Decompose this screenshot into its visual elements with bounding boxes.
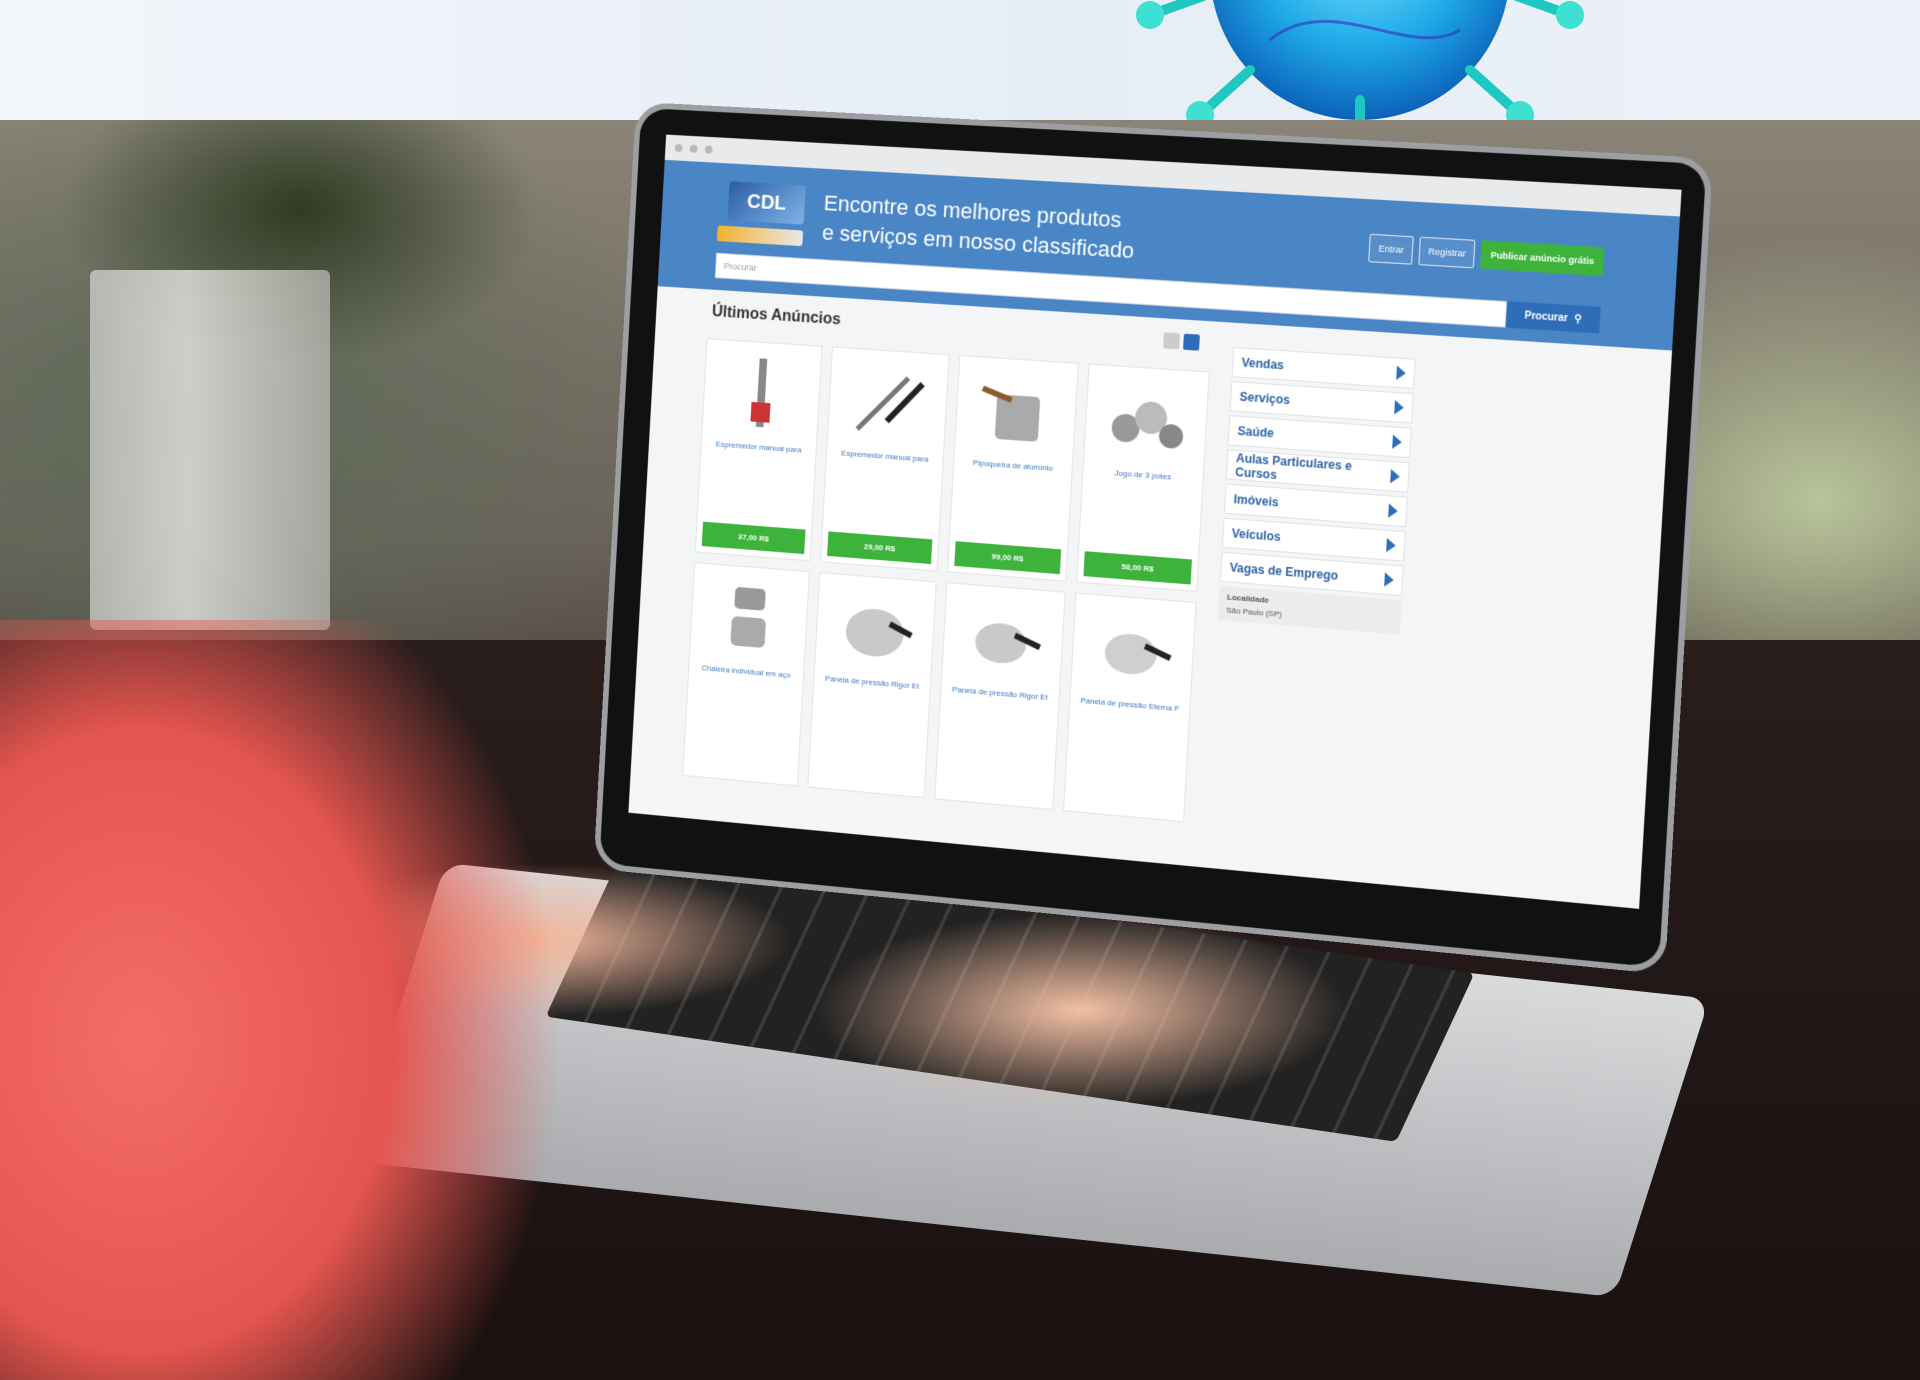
search-icon: ⚲ bbox=[1574, 313, 1582, 325]
chevron-right-icon bbox=[1388, 503, 1398, 518]
search-button[interactable]: Procurar ⚲ bbox=[1506, 301, 1601, 333]
chevron-right-icon bbox=[1386, 538, 1396, 553]
product-card[interactable]: Espremedor manual para 29,00 R$ bbox=[820, 346, 950, 571]
register-button[interactable]: Registrar bbox=[1418, 237, 1476, 269]
grid-view-icon[interactable] bbox=[1183, 334, 1200, 351]
search-button-label: Procurar bbox=[1524, 310, 1568, 324]
chevron-right-icon bbox=[1394, 400, 1404, 415]
product-image bbox=[829, 580, 921, 676]
site-tagline: Encontre os melhores produtos e serviços… bbox=[821, 188, 1136, 266]
product-grid: Espremedor manual para 37,00 R$ Espremed… bbox=[682, 338, 1212, 822]
product-image bbox=[704, 570, 794, 665]
product-price[interactable]: 29,00 R$ bbox=[827, 531, 932, 564]
product-image bbox=[957, 590, 1050, 686]
category-label: Saúde bbox=[1237, 424, 1274, 441]
product-name[interactable]: Espremedor manual para bbox=[716, 440, 802, 455]
product-image bbox=[842, 354, 934, 449]
product-price[interactable]: 58,00 R$ bbox=[1083, 551, 1192, 584]
category-label: Veículos bbox=[1231, 526, 1281, 544]
view-toggles bbox=[1163, 332, 1200, 350]
category-label: Vendas bbox=[1241, 356, 1284, 373]
login-button[interactable]: Entrar bbox=[1369, 234, 1414, 265]
category-label: Vagas de Emprego bbox=[1229, 560, 1338, 583]
product-card[interactable]: Panela de pressão Eterna F bbox=[1063, 592, 1197, 822]
chevron-right-icon bbox=[1390, 469, 1400, 484]
chevron-right-icon bbox=[1392, 435, 1402, 450]
product-card[interactable]: Jogo de 3 potes 58,00 R$ bbox=[1076, 364, 1210, 593]
product-price[interactable]: 37,00 R$ bbox=[702, 522, 806, 554]
main-content: Últimos Anúncios Espremedor manual para … bbox=[680, 303, 1608, 903]
product-card[interactable]: Pipoqueira de alumínio 99,00 R$ bbox=[947, 355, 1079, 582]
product-name[interactable]: Jogo de 3 potes bbox=[1114, 468, 1171, 481]
category-sidebar: Vendas Serviços Saúde Aulas Particulares… bbox=[1218, 347, 1416, 635]
product-card[interactable]: Panela de pressão Rigor Et bbox=[807, 572, 937, 798]
product-name[interactable]: Espremedor manual para bbox=[841, 449, 928, 464]
product-name[interactable]: Panela de pressão Rigor Et bbox=[825, 674, 920, 691]
product-image bbox=[1099, 372, 1194, 468]
product-name[interactable]: Panela de pressão Eterna F bbox=[1080, 696, 1179, 713]
top-banner bbox=[0, 0, 1920, 120]
plant-pot bbox=[90, 270, 330, 630]
chevron-right-icon bbox=[1396, 366, 1406, 381]
partner-logo bbox=[717, 225, 803, 246]
category-label: Serviços bbox=[1239, 390, 1290, 408]
site-logo[interactable]: CDL bbox=[728, 181, 806, 225]
forward-icon[interactable] bbox=[690, 145, 698, 153]
publish-ad-button[interactable]: Publicar anúncio grátis bbox=[1480, 240, 1604, 276]
product-image bbox=[1086, 601, 1180, 698]
product-image bbox=[970, 363, 1063, 458]
chevron-right-icon bbox=[1384, 572, 1394, 587]
reload-icon[interactable] bbox=[705, 145, 713, 153]
product-name[interactable]: Chaleira individual em aço bbox=[701, 663, 790, 679]
category-label: Imóveis bbox=[1233, 492, 1279, 509]
product-image bbox=[717, 346, 807, 440]
list-view-icon[interactable] bbox=[1163, 332, 1180, 349]
product-card[interactable]: Espremedor manual para 37,00 R$ bbox=[695, 338, 823, 561]
virus-illustration bbox=[1130, 0, 1590, 120]
person-shirt bbox=[0, 620, 620, 1380]
product-name[interactable]: Panela de pressão Rigor Et bbox=[952, 685, 1048, 702]
product-card[interactable]: Panela de pressão Rigor Et bbox=[934, 582, 1066, 810]
laptop-screen: CDL Encontre os melhores produtos e serv… bbox=[628, 135, 1681, 909]
product-card[interactable]: Chaleira individual em aço bbox=[682, 562, 810, 787]
product-price[interactable]: 99,00 R$ bbox=[954, 541, 1061, 574]
category-label: Aulas Particulares e Cursos bbox=[1235, 451, 1392, 490]
header-actions: Entrar Registrar Publicar anúncio grátis bbox=[1369, 234, 1605, 276]
back-icon[interactable] bbox=[675, 144, 683, 152]
product-name[interactable]: Pipoqueira de alumínio bbox=[973, 458, 1054, 473]
